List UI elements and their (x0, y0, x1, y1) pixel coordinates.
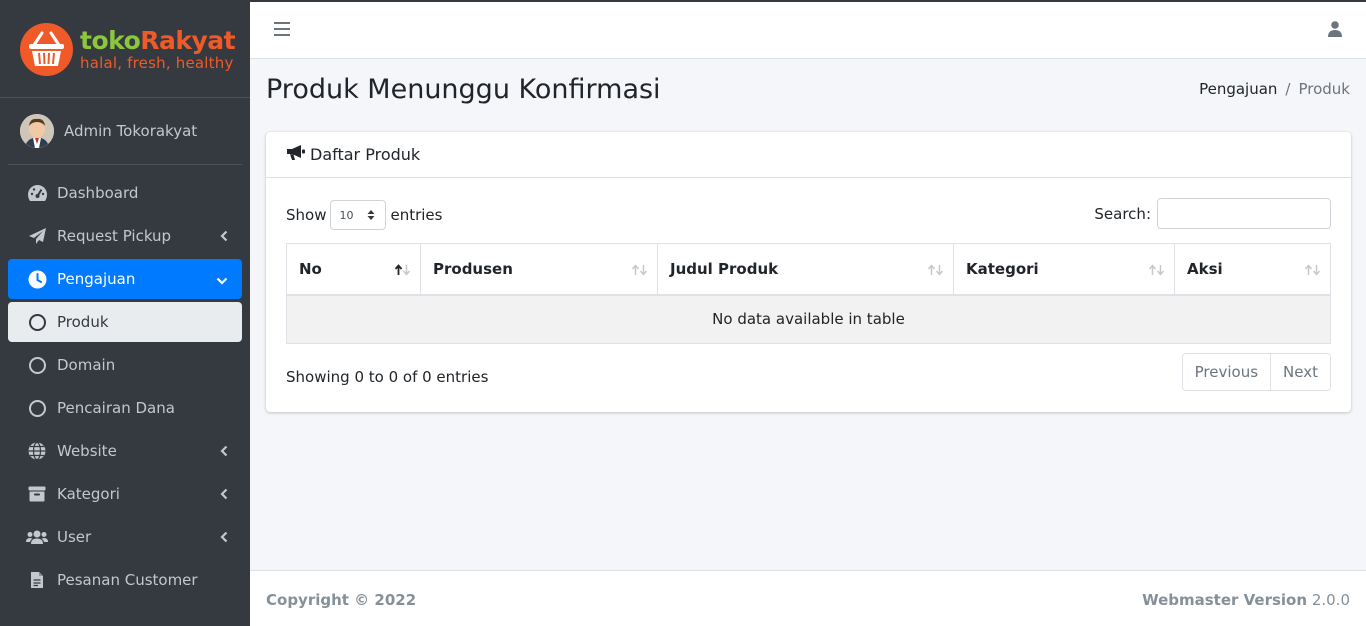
sort-icon (631, 262, 649, 280)
entries-label: entries (390, 206, 443, 224)
sort-icon (1148, 262, 1166, 280)
sidebar-item-label: Domain (57, 356, 116, 374)
entries-length-control: Show 10 entries (286, 200, 442, 230)
empty-table-message: No data available in table (286, 294, 1331, 344)
sidebar-item-label: Dashboard (57, 184, 139, 202)
sidebar-item-website[interactable]: Website (8, 431, 242, 471)
sort-icon (927, 262, 945, 280)
sidebar-item-produk[interactable]: Produk (8, 302, 242, 342)
entries-select-value: 10 (339, 208, 354, 222)
next-button[interactable]: Next (1271, 354, 1330, 390)
column-header-kategori[interactable]: Kategori (953, 243, 1175, 296)
sort-icon (1304, 262, 1322, 280)
brand-name: tokoRakyat (80, 26, 236, 55)
table-info: Showing 0 to 0 of 0 entries (286, 368, 489, 386)
sidebar-item-label: Website (57, 442, 117, 460)
user-panel[interactable]: Admin Tokorakyat (8, 98, 242, 165)
circle-icon (26, 311, 48, 333)
sidebar-item-label: Pesanan Customer (57, 571, 198, 589)
chevron-left-icon (220, 486, 228, 504)
sidebar-item-pencairan-dana[interactable]: Pencairan Dana (8, 388, 242, 428)
breadcrumb-separator: / (1285, 80, 1291, 98)
chevron-left-icon (220, 529, 228, 547)
user-name[interactable]: Admin Tokorakyat (64, 122, 197, 140)
card-title: Daftar Produk (310, 145, 421, 164)
bullhorn-icon (286, 144, 306, 165)
basket-logo-icon (20, 23, 73, 76)
clock-icon (26, 268, 48, 290)
search-label: Search: (1094, 204, 1151, 223)
breadcrumb-current: Produk (1298, 80, 1350, 98)
sidebar-item-request-pickup[interactable]: Request Pickup (8, 216, 242, 256)
sidebar-item-label: Produk (57, 313, 109, 331)
sidebar-item-domain[interactable]: Domain (8, 345, 242, 385)
user-icon[interactable] (1328, 21, 1342, 41)
menu-toggle-icon[interactable] (274, 22, 290, 36)
column-header-produsen[interactable]: Produsen (420, 243, 658, 296)
sidebar-nav: Dashboard Request Pickup Pengajuan Produ… (0, 173, 250, 600)
circle-icon (26, 397, 48, 419)
archive-icon (26, 483, 48, 505)
file-icon (26, 569, 48, 591)
products-table: No Produsen Judul Produk Kategori Aksi N… (286, 243, 1331, 344)
card-header: Daftar Produk (266, 132, 1351, 178)
sidebar-item-pesanan-customer[interactable]: Pesanan Customer (8, 560, 242, 600)
circle-icon (26, 354, 48, 376)
search-input[interactable] (1157, 198, 1331, 229)
sidebar-item-label: Pencairan Dana (57, 399, 175, 417)
users-icon (26, 526, 48, 548)
tachometer-icon (26, 182, 48, 204)
sidebar-item-label: Kategori (57, 485, 120, 503)
paper-plane-icon (26, 225, 48, 247)
avatar (20, 114, 54, 148)
sidebar-item-label: Request Pickup (57, 227, 172, 245)
sidebar: tokoRakyat halal, fresh, healthy Admin T… (0, 2, 250, 626)
top-navbar (250, 2, 1366, 59)
chevron-left-icon (220, 228, 228, 246)
column-header-no[interactable]: No (286, 243, 421, 296)
table-search: Search: (1094, 198, 1331, 229)
sidebar-item-dashboard[interactable]: Dashboard (8, 173, 242, 213)
sidebar-item-user[interactable]: User (8, 517, 242, 557)
chevron-down-icon (216, 271, 228, 289)
top-border (0, 0, 1366, 2)
page-title: Produk Menunggu Konfirmasi (266, 74, 661, 105)
sort-ascending-icon (394, 262, 412, 280)
product-list-card: Daftar Produk Show 10 entries Search: No (266, 132, 1351, 412)
brand-tagline: halal, fresh, healthy (80, 54, 234, 72)
breadcrumb: Pengajuan / Produk (1199, 80, 1350, 98)
globe-icon (26, 440, 48, 462)
sidebar-item-label: Pengajuan (57, 270, 136, 288)
select-arrows-icon (367, 209, 375, 224)
pagination: Previous Next (1181, 353, 1331, 391)
sidebar-item-pengajuan[interactable]: Pengajuan (8, 259, 242, 299)
sidebar-item-kategori[interactable]: Kategori (8, 474, 242, 514)
breadcrumb-link-pengajuan[interactable]: Pengajuan (1199, 80, 1277, 98)
table-row: No data available in table (286, 294, 1331, 344)
column-header-judul-produk[interactable]: Judul Produk (657, 243, 954, 296)
sidebar-item-label: User (57, 528, 92, 546)
copyright-text: Copyright © 2022 (266, 591, 417, 609)
footer: Copyright © 2022 Webmaster Version 2.0.0 (250, 570, 1366, 626)
show-label: Show (286, 206, 327, 224)
brand-link[interactable]: tokoRakyat halal, fresh, healthy (0, 2, 250, 98)
previous-button[interactable]: Previous (1183, 354, 1272, 390)
column-header-aksi[interactable]: Aksi (1174, 243, 1331, 296)
entries-select[interactable]: 10 (330, 200, 387, 230)
chevron-left-icon (220, 443, 228, 461)
version-info: Webmaster Version 2.0.0 (1142, 591, 1350, 609)
